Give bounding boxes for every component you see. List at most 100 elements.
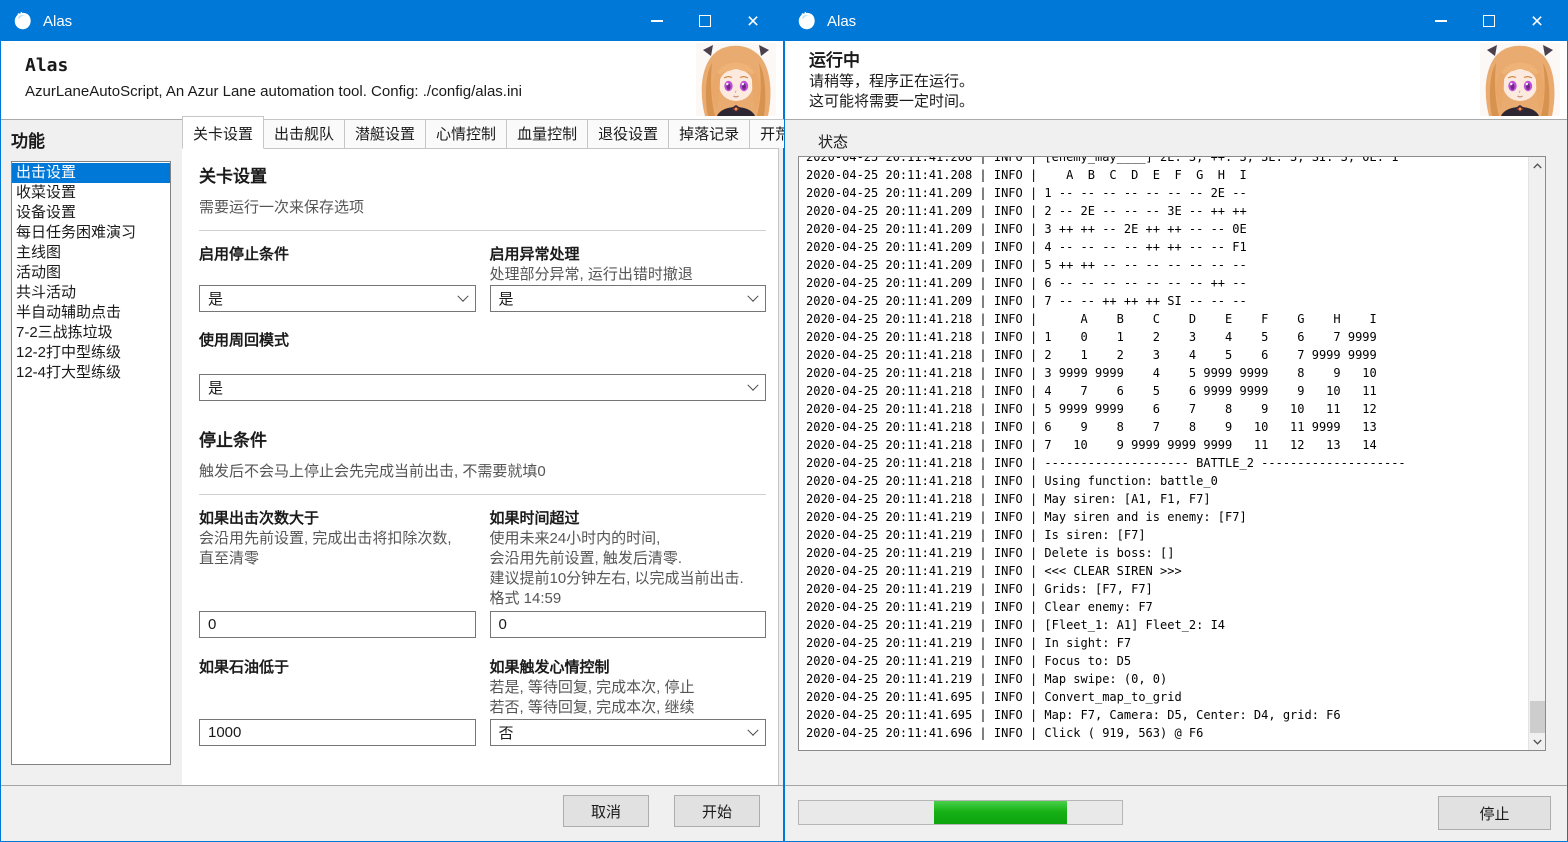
tab-panel-stage-settings: 关卡设置 需要运行一次来保存选项 启用停止条件 是 启用异常处理 — [182, 149, 777, 785]
log-line: 2020-04-25 20:11:41.218 | INFO | -------… — [806, 454, 1526, 472]
field-help: 建议提前10分钟左右, 以完成当前出击. — [490, 569, 767, 589]
close-button[interactable]: × — [1513, 1, 1561, 41]
log-line: 2020-04-25 20:11:41.219 | INFO | Is sire… — [806, 526, 1526, 544]
window-title: Alas — [43, 13, 72, 30]
screen: Alas × Alas AzurLaneAutoScript, An Azur … — [0, 0, 1568, 842]
function-list-item[interactable]: 共斗活动 — [12, 283, 170, 303]
log-output[interactable]: 2020-04-25 20:11:41.208 | INFO | [enemy_… — [798, 156, 1546, 751]
chevron-down-icon — [747, 724, 758, 735]
app-subtitle: AzurLaneAutoScript, An Azur Lane automat… — [25, 81, 522, 103]
log-line: 2020-04-25 20:11:41.209 | INFO | 6 -- --… — [806, 274, 1526, 292]
chevron-up-icon — [1533, 163, 1542, 169]
scroll-down-button[interactable] — [1529, 733, 1546, 750]
maximize-button[interactable] — [1465, 1, 1513, 41]
function-list-item[interactable]: 收菜设置 — [12, 183, 170, 203]
run-status-title: 运行中 — [809, 50, 974, 72]
function-list-item[interactable]: 7-2三战拣垃圾 — [12, 323, 170, 343]
if-count-input[interactable] — [199, 611, 476, 638]
scroll-up-button[interactable] — [1529, 157, 1546, 174]
log-scrollbar[interactable] — [1528, 157, 1545, 750]
notebook-tab[interactable]: 血量控制 — [506, 119, 588, 148]
if-oil-input[interactable] — [199, 719, 476, 746]
titlebar[interactable]: Alas × — [1, 1, 783, 41]
run-footer: 停止 — [785, 785, 1567, 841]
chevron-down-icon — [747, 379, 758, 390]
function-list-item[interactable]: 12-4打大型练级 — [12, 363, 170, 383]
cancel-button[interactable]: 取消 — [563, 795, 649, 827]
sidebar-heading: 功能 — [11, 127, 45, 152]
function-list-item[interactable]: 设备设置 — [12, 203, 170, 223]
section-help: 需要运行一次来保存选项 — [199, 196, 766, 217]
field-label-enable-exception: 启用异常处理 — [490, 244, 767, 265]
if-time-input[interactable] — [490, 611, 767, 638]
log-line: 2020-04-25 20:11:41.219 | INFO | Delete … — [806, 544, 1526, 562]
maximize-icon — [1483, 15, 1495, 27]
field-help: 处理部分异常, 运行出错时撤退 — [490, 265, 767, 285]
tab-bar: 关卡设置出击舰队潜艇设置心情控制血量控制退役设置掉落记录开荒模式 — [182, 120, 778, 149]
log-line: 2020-04-25 20:11:41.209 | INFO | 7 -- --… — [806, 292, 1526, 310]
notebook-tab[interactable]: 退役设置 — [587, 119, 669, 148]
notebook-tab[interactable]: 掉落记录 — [668, 119, 750, 148]
function-list-item[interactable]: 每日任务困难演习 — [12, 223, 170, 243]
enable-stop-select[interactable]: 是 — [199, 285, 476, 312]
run-status-line: 请稍等，程序正在运行。 — [809, 72, 974, 92]
field-help: 会沿用先前设置, 完成出击将扣除次数, — [199, 529, 476, 549]
chevron-down-icon — [457, 290, 468, 301]
field-label-if-emotion: 如果触发心情控制 — [490, 657, 767, 678]
log-lines: 2020-04-25 20:11:41.208 | INFO | [enemy_… — [806, 156, 1526, 750]
log-line: 2020-04-25 20:11:41.209 | INFO | 2 -- 2E… — [806, 202, 1526, 220]
start-button[interactable]: 开始 — [674, 795, 760, 827]
avatar — [696, 43, 776, 116]
maximize-button[interactable] — [681, 1, 729, 41]
log-line: 2020-04-25 20:11:41.695 | INFO | Map: F7… — [806, 706, 1526, 724]
app-header: Alas AzurLaneAutoScript, An Azur Lane au… — [1, 41, 783, 120]
enable-exception-select[interactable]: 是 — [490, 285, 767, 312]
function-list-item[interactable]: 半自动辅助点击 — [12, 303, 170, 323]
if-emotion-select[interactable]: 否 — [490, 719, 767, 746]
function-list-item[interactable]: 出击设置 — [12, 163, 170, 183]
titlebar[interactable]: Alas × — [785, 1, 1567, 41]
log-line: 2020-04-25 20:11:41.219 | INFO | Map swi… — [806, 670, 1526, 688]
chevron-down-icon — [1533, 739, 1542, 745]
field-help: 会沿用先前设置, 触发后清零. — [490, 549, 767, 569]
settings-footer: 取消 开始 — [1, 785, 783, 841]
stop-button[interactable]: 停止 — [1438, 796, 1551, 830]
function-list-item[interactable]: 活动图 — [12, 263, 170, 283]
minimize-button[interactable] — [1417, 1, 1465, 41]
log-line: 2020-04-25 20:11:41.218 | INFO | 5 9999 … — [806, 400, 1526, 418]
log-line: 2020-04-25 20:11:41.219 | INFO | Grids: … — [806, 580, 1526, 598]
log-line: 2020-04-25 20:11:41.209 | INFO | 1 -- --… — [806, 184, 1526, 202]
run-status-line: 这可能将需要一定时间。 — [809, 92, 974, 112]
status-label: 状态 — [818, 131, 848, 152]
alas-logo-icon — [796, 10, 818, 32]
field-help: 若是, 等待回复, 完成本次, 停止 — [490, 678, 767, 698]
notebook-tab[interactable]: 心情控制 — [425, 119, 507, 148]
run-header: 运行中 请稍等，程序正在运行。这可能将需要一定时间。 — [785, 41, 1567, 120]
loop-mode-select[interactable]: 是 — [199, 374, 766, 401]
notebook-tab[interactable]: 关卡设置 — [182, 116, 264, 149]
notebook-tab[interactable]: 潜艇设置 — [344, 119, 426, 148]
log-line: 2020-04-25 20:11:41.696 | INFO | Click (… — [806, 724, 1526, 742]
section-help: 触发后不会马上停止会先完成当前出击, 不需要就填0 — [199, 460, 766, 481]
log-line-clipped: 2020-04-25 20:11:41.208 | INFO | [enemy_… — [806, 156, 1526, 166]
window-running: Alas × 运行中 请稍等，程序正在运行。这可能将需要一定时间。 — [784, 0, 1568, 842]
close-button[interactable]: × — [729, 1, 777, 41]
log-line: 2020-04-25 20:11:41.218 | INFO | 2 1 2 3… — [806, 346, 1526, 364]
minimize-icon — [1435, 20, 1447, 22]
notebook-tab[interactable]: 出击舰队 — [263, 119, 345, 148]
chevron-down-icon — [747, 290, 758, 301]
log-line: 2020-04-25 20:11:41.695 | INFO | Convert… — [806, 688, 1526, 706]
log-line: 2020-04-25 20:11:41.218 | INFO | 4 7 6 5… — [806, 382, 1526, 400]
log-line: 2020-04-25 20:11:41.209 | INFO | 3 ++ ++… — [806, 220, 1526, 238]
log-line: 2020-04-25 20:11:41.218 | INFO | 7 10 9 … — [806, 436, 1526, 454]
function-list-item[interactable]: 主线图 — [12, 243, 170, 263]
log-line: 2020-04-25 20:11:41.209 | INFO | 5 ++ ++… — [806, 256, 1526, 274]
log-line: 2020-04-25 20:11:41.218 | INFO | Using f… — [806, 472, 1526, 490]
field-help: 格式 14:59 — [490, 589, 767, 609]
field-help: 直至清零 — [199, 549, 476, 569]
function-list[interactable]: 出击设置收菜设置设备设置每日任务困难演习主线图活动图共斗活动半自动辅助点击7-2… — [11, 161, 171, 765]
minimize-button[interactable] — [633, 1, 681, 41]
field-label-if-time: 如果时间超过 — [490, 508, 767, 529]
function-list-item[interactable]: 12-2打中型练级 — [12, 343, 170, 363]
scrollbar-thumb[interactable] — [1530, 701, 1545, 733]
